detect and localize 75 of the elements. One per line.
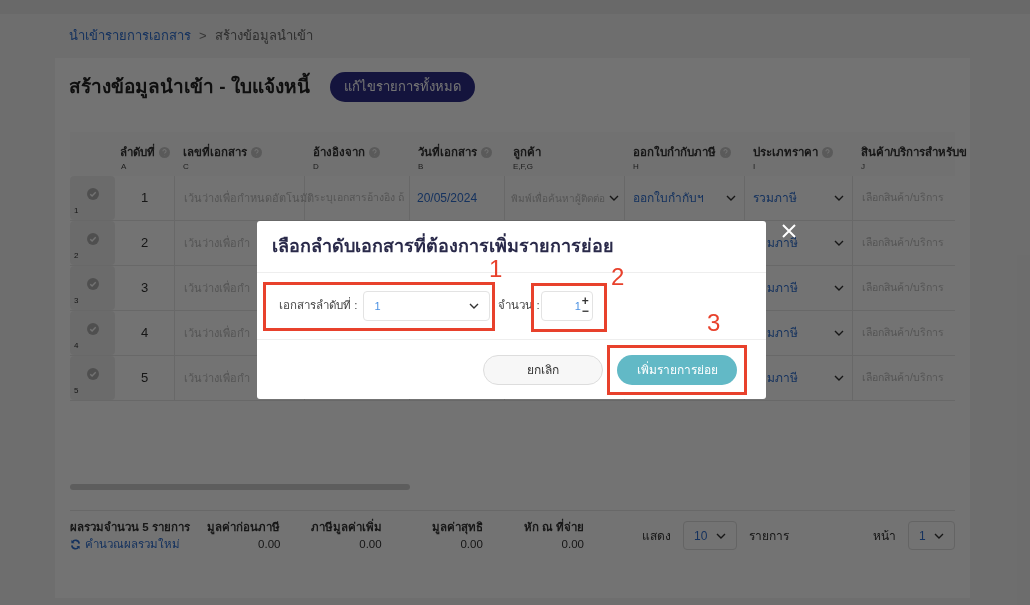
column-header: ลูกค้า [513, 145, 541, 162]
check-circle-icon[interactable] [86, 188, 99, 200]
column-letter: A [121, 161, 127, 174]
items-label: รายการ [749, 527, 789, 545]
document-select[interactable]: 1 [363, 291, 491, 321]
chevron-down-icon [834, 240, 844, 246]
total-label: มูลค่าก่อนภาษี [207, 520, 281, 537]
show-label: แสดง [642, 527, 671, 545]
chevron-down-icon [834, 330, 844, 336]
column-header: เลขที่เอกสาร [183, 144, 247, 162]
row-number: 3 [140, 279, 149, 298]
check-circle-icon[interactable] [86, 323, 99, 335]
chevron-down-icon [934, 532, 944, 539]
chevron-down-icon [469, 303, 480, 309]
quantity-label: จำนวน : [498, 298, 540, 314]
price-type-select[interactable]: รวมภาษี [753, 189, 797, 207]
column-header: ลำดับที่ [120, 144, 155, 162]
confirm-button[interactable]: เพิ่มรายการย่อย [617, 355, 737, 385]
row-number: 2 [140, 234, 149, 253]
column-letter: H [633, 161, 639, 174]
column-letter: J [861, 161, 865, 174]
chevron-down-icon [834, 195, 844, 201]
date-field[interactable]: 20/05/2024 [417, 189, 478, 207]
edit-all-button[interactable]: แก้ไขรายการทั้งหมด [329, 72, 475, 102]
total-label: มูลค่าสุทธิ [431, 520, 483, 537]
page-label: หน้า [873, 527, 896, 545]
total-label: หัก ณ ที่จ่าย [523, 519, 584, 537]
summary-label: ผลรวมจำนวน 5 รายการ [70, 520, 191, 535]
column-letter: E,F,G [513, 161, 533, 174]
page-size-select[interactable]: 10 [683, 521, 737, 550]
column-header: ออกใบกำกับภาษี [633, 144, 716, 160]
total-value: 0.00 [460, 537, 483, 553]
column-header: สินค้า/บริการสำหรับข [861, 145, 968, 160]
row-label: 3 [74, 295, 79, 307]
dialog-title: เลือกลำดับเอกสารที่ต้องการเพิ่มรายการย่อย [272, 233, 614, 260]
cancel-button[interactable]: ยกเลิก [483, 355, 603, 385]
row-label: 5 [74, 385, 79, 397]
row-number: 4 [140, 324, 149, 343]
annotation-number: 2 [611, 265, 625, 289]
decrement-button[interactable]: − [581, 306, 589, 316]
check-circle-icon[interactable] [86, 233, 99, 245]
check-circle-icon[interactable] [86, 278, 99, 290]
row-label: 1 [74, 205, 79, 217]
column-letter: D [313, 161, 319, 174]
refresh-icon [70, 539, 81, 551]
page-select[interactable]: 1 [908, 521, 955, 550]
row-label: 4 [74, 340, 79, 352]
annotation-number: 1 [489, 257, 503, 281]
breadcrumb-current: สร้างข้อมูลนำเข้า [214, 27, 313, 46]
total-value: 0.00 [561, 537, 584, 553]
total-label: ภาษีมูลค่าเพิ่ม [310, 519, 382, 537]
column-header: ประเภทราคา [753, 145, 818, 160]
chevron-down-icon [716, 532, 726, 539]
column-letter: B [418, 161, 424, 174]
tax-invoice-select[interactable]: ออกใบกำกับฯ [633, 189, 704, 207]
page-title: สร้างข้อมูลนำเข้า - ใบแจ้งหนี้ [69, 72, 310, 102]
row-number: 1 [140, 189, 149, 208]
breadcrumb-separator: > [199, 27, 207, 46]
annotation-number: 3 [707, 311, 721, 335]
document-label: เอกสารลำดับที่ : [279, 297, 358, 314]
chevron-down-icon [834, 375, 844, 381]
row-label: 2 [74, 250, 79, 262]
recalculate-link[interactable]: คำนวณผลรวมใหม่ [70, 536, 205, 554]
increment-button[interactable]: + [581, 296, 589, 306]
column-header: วันที่เอกสาร [418, 144, 477, 162]
chevron-down-icon [609, 195, 619, 201]
chevron-down-icon [834, 285, 844, 291]
check-circle-icon[interactable] [86, 368, 99, 380]
close-icon[interactable] [782, 224, 796, 238]
chevron-down-icon [726, 195, 736, 201]
row-number: 5 [140, 369, 149, 388]
total-value: 0.00 [258, 537, 281, 553]
column-header: อ้างอิงจาก [313, 145, 365, 160]
breadcrumb-link[interactable]: นำเข้ารายการเอกสาร [69, 26, 191, 46]
total-value: 0.00 [359, 537, 382, 553]
